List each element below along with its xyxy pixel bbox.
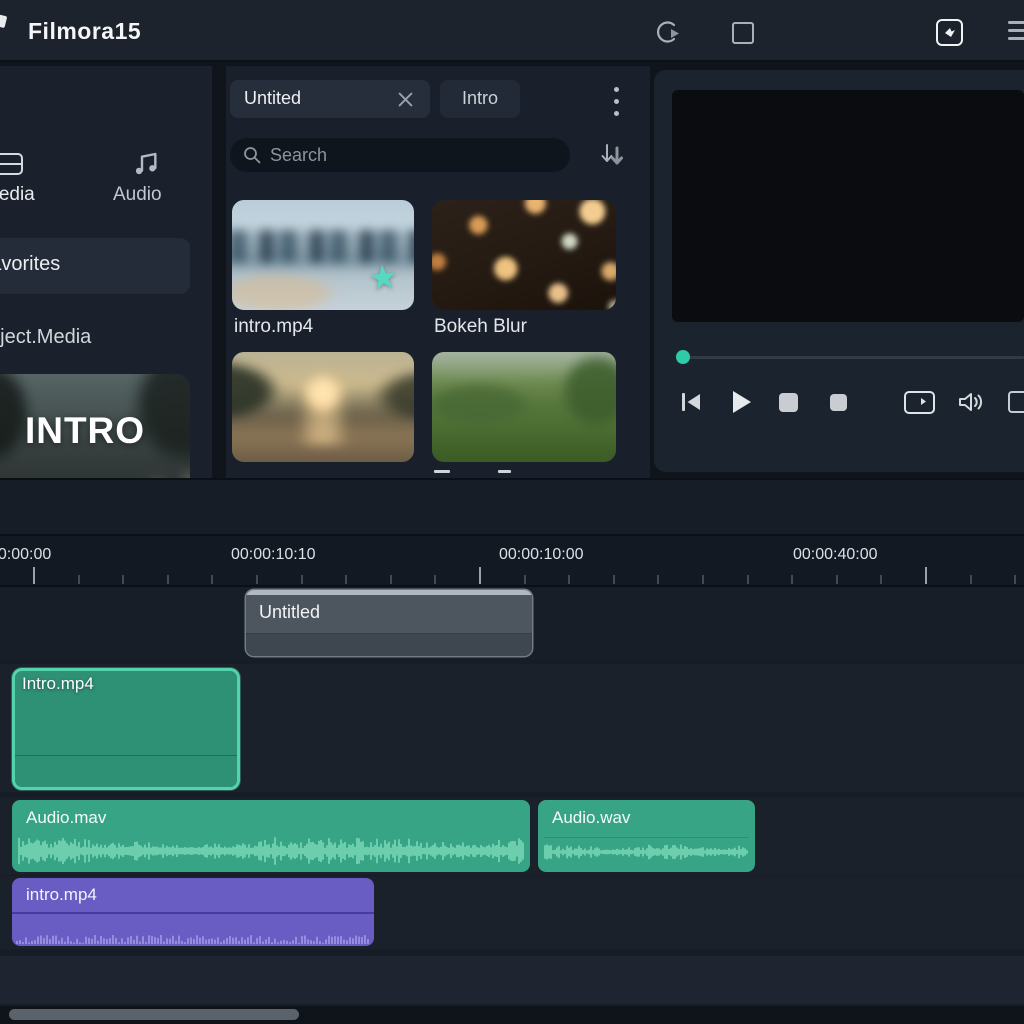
ruler-tick [925, 567, 927, 584]
audio-waveform [544, 844, 749, 860]
intro-overlay-text: INTRO [0, 410, 190, 452]
music-clip[interactable]: intro.mp4 [12, 878, 374, 946]
export-button[interactable] [936, 19, 963, 46]
volume-icon[interactable] [956, 388, 986, 416]
media-tab-icon [0, 150, 26, 178]
close-tab-icon[interactable] [398, 92, 413, 107]
search-input[interactable] [270, 140, 550, 170]
ruler-tick [524, 575, 526, 584]
clipped-label-fragment [434, 470, 450, 473]
render-preview-button[interactable] [904, 391, 935, 414]
scrollbar-thumb[interactable] [9, 1009, 299, 1020]
tab-untitled-label: Untited [244, 88, 301, 109]
tab-intro-label: Intro [440, 88, 520, 109]
menu-icon[interactable] [1008, 21, 1024, 45]
sidebar-tab-media[interactable]: Media [0, 184, 35, 206]
music-note-icon [130, 148, 162, 180]
ruler-tick [1014, 575, 1016, 584]
sidebar-panel: Media Audio Favorites Project.Media INTR… [0, 66, 212, 478]
timeline-toolbar [0, 478, 1024, 536]
ruler-tick [702, 575, 704, 584]
ruler-tick [167, 575, 169, 584]
search-icon [242, 145, 262, 165]
ruler-tick [345, 575, 347, 584]
filmora-app: Filmora15 Media Audio Favorites Project.… [0, 0, 1024, 1024]
audio-clip-1[interactable]: Audio.mav [12, 800, 530, 872]
sidebar-item-favorites[interactable]: Favorites [0, 238, 190, 294]
app-title: Filmora15 [28, 18, 141, 45]
audio-waveform [18, 836, 524, 866]
ruler-tick [390, 575, 392, 584]
preview-screen [672, 90, 1024, 322]
more-options-icon[interactable] [614, 87, 620, 123]
thumbnail-image [432, 200, 616, 310]
ruler-tick [970, 575, 972, 584]
title-clip-label: Untitled [259, 602, 320, 623]
media-item-sunset[interactable] [232, 352, 414, 462]
rotate-preview-icon[interactable] [652, 18, 682, 46]
play-button[interactable] [728, 388, 754, 416]
clip-divider [12, 912, 374, 914]
favorite-star-icon: ★ [366, 257, 400, 300]
media-item-field[interactable] [432, 352, 616, 462]
thumbnail-image [232, 352, 414, 462]
ruler-tick [747, 575, 749, 584]
tab-untitled[interactable]: Untited [230, 80, 430, 118]
music-waveform [16, 934, 370, 944]
clip-highlight [246, 590, 532, 595]
seek-bar[interactable] [680, 356, 1024, 359]
titlebar: Filmora15 [0, 0, 1024, 62]
seek-handle[interactable] [676, 350, 690, 364]
ruler-tick [479, 567, 481, 584]
clip-audio-strip [15, 755, 237, 787]
audio-clip-label: Audio.mav [26, 808, 106, 828]
timeline-ruler[interactable]: 00:00:00 00:00:10:10 00:00:10:00 00:00:4… [0, 536, 1024, 587]
audio-clip-2[interactable]: Audio.wav [538, 800, 755, 872]
sidebar-item-project-media[interactable]: Project.Media [0, 326, 91, 349]
skip-to-start-button[interactable] [678, 390, 704, 414]
favorites-label: Favorites [0, 253, 60, 276]
snapshot-button[interactable] [830, 394, 847, 411]
sort-icon[interactable] [596, 139, 628, 171]
title-clip[interactable]: Untitled [246, 590, 532, 656]
clip-lower-section [246, 633, 532, 656]
ruler-tick [33, 567, 35, 584]
ruler-tick [301, 575, 303, 584]
ruler-tick [122, 575, 124, 584]
ruler-tick [78, 575, 80, 584]
ruler-tick [256, 575, 258, 584]
ruler-tick [211, 575, 213, 584]
media-item-bokeh[interactable] [432, 200, 616, 310]
ruler-tick [657, 575, 659, 584]
ruler-tick [613, 575, 615, 584]
music-clip-label: intro.mp4 [26, 885, 97, 905]
thumbnail-image [432, 352, 616, 462]
media-item-label: Bokeh Blur [434, 316, 527, 338]
ruler-tick [568, 575, 570, 584]
ruler-tick [791, 575, 793, 584]
track-lane-empty[interactable] [0, 956, 1024, 1004]
media-item-label: intro.mp4 [234, 316, 313, 338]
sidebar-tab-audio[interactable]: Audio [113, 184, 162, 206]
ruler-ticks [0, 536, 1024, 587]
maximize-button[interactable] [732, 22, 754, 44]
video-clip-label: Intro.mp4 [22, 674, 94, 694]
clipped-label-fragment [498, 470, 511, 473]
ruler-tick [836, 575, 838, 584]
ruler-tick [880, 575, 882, 584]
app-logo-icon [0, 14, 7, 28]
ruler-tick [434, 575, 436, 584]
fullscreen-icon[interactable] [1008, 391, 1024, 413]
clip-divider [544, 837, 749, 838]
stop-button[interactable] [779, 393, 798, 412]
audio-clip-label: Audio.wav [552, 808, 630, 828]
search-bar[interactable] [230, 138, 570, 172]
horizontal-scrollbar[interactable] [0, 1006, 1024, 1024]
tab-intro[interactable]: Intro [440, 80, 520, 118]
